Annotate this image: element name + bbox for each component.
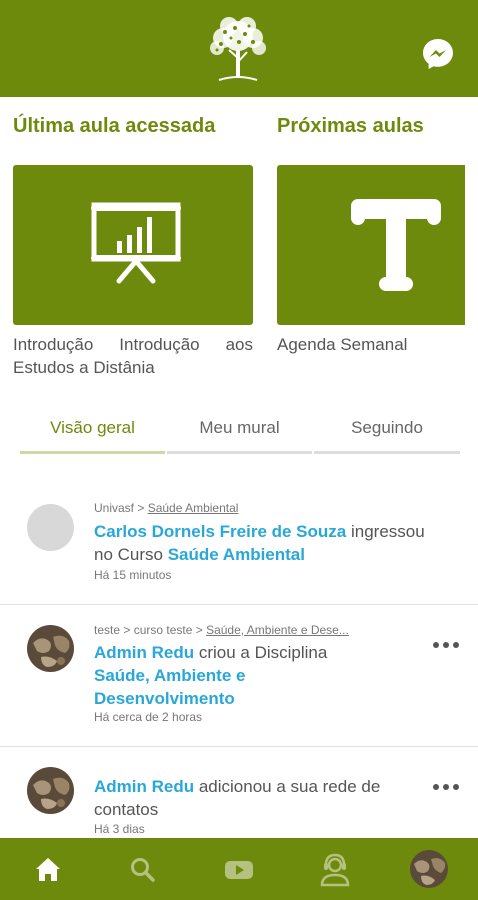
messenger-icon[interactable] [421,37,455,71]
tab-underline [167,451,312,454]
feed-message: Carlos Dornels Freire de Souza ingressou… [94,520,446,566]
next-lessons-title: Próximas aulas [277,115,424,137]
breadcrumb: Univasf > Saúde Ambiental [94,501,238,515]
timestamp: Há 15 minutos [94,568,172,582]
breadcrumb-link[interactable]: Saúde Ambiental [148,501,239,515]
timestamp: Há cerca de 2 horas [94,710,203,724]
text-letter-t-icon [351,199,441,291]
feed-message: Admin Redu criou a Disciplina Saúde, Amb… [94,641,344,710]
tab-visao-geral[interactable]: Visão geral [20,412,165,454]
tree-logo-icon [210,17,266,81]
breadcrumb-link[interactable]: Saúde, Ambiente e Dese... [206,623,349,637]
breadcrumb-prefix: teste > curso teste > [94,623,203,637]
breadcrumb-prefix: Univasf > [94,501,145,515]
more-options-icon[interactable] [432,782,460,792]
top-app-bar [0,0,478,97]
last-lesson-title: Última aula acessada [13,115,216,137]
feed-item[interactable]: Admin Redu adicionou a sua rede de conta… [0,747,478,838]
breadcrumb: teste > curso teste > Saúde, Ambiente e … [94,623,349,637]
tab-meu-mural[interactable]: Meu mural [167,412,312,454]
avatar[interactable] [27,767,74,814]
more-options-icon[interactable] [432,640,460,650]
next-lesson-caption: Agenda Semanal [277,335,408,354]
last-lesson-caption: Introdução Introdução aos Estudos a Dist… [13,335,253,377]
feed-item[interactable]: teste > curso teste > Saúde, Ambiente e … [0,605,478,747]
profile-avatar[interactable] [409,849,449,889]
avatar-image [27,767,74,814]
home-icon[interactable] [26,848,70,892]
last-lesson-card[interactable] [13,165,253,325]
next-lesson-card[interactable] [277,165,465,325]
bottom-navigation [0,838,478,900]
tab-label: Visão geral [50,418,135,437]
avatar[interactable] [27,625,74,672]
action-text: criou a Disciplina [194,643,328,662]
feed-tabs: Visão geral Meu mural Seguindo [20,412,460,454]
tab-seguindo[interactable]: Seguindo [314,412,460,454]
timestamp: Há 3 dias [94,822,145,836]
feed-message: Admin Redu adicionou a sua rede de conta… [94,775,404,821]
actor-link[interactable]: Admin Redu [94,777,194,796]
search-icon[interactable] [121,848,165,892]
tab-underline [20,451,165,454]
support-agent-icon[interactable] [313,848,357,892]
actor-link[interactable]: Admin Redu [94,643,194,662]
video-icon[interactable] [217,848,261,892]
avatar-image [27,625,74,672]
target-link[interactable]: Saúde, Ambiente e Desenvolvimento [94,666,245,708]
feed-item[interactable]: Univasf > Saúde Ambiental Carlos Dornels… [0,485,478,605]
tab-underline [314,451,460,454]
tab-label: Meu mural [199,418,280,437]
tab-label: Seguindo [351,418,423,437]
presentation-chart-icon [91,202,181,284]
target-link[interactable]: Saúde Ambiental [168,545,305,564]
actor-link[interactable]: Carlos Dornels Freire de Souza [94,522,346,541]
avatar[interactable] [27,504,74,551]
